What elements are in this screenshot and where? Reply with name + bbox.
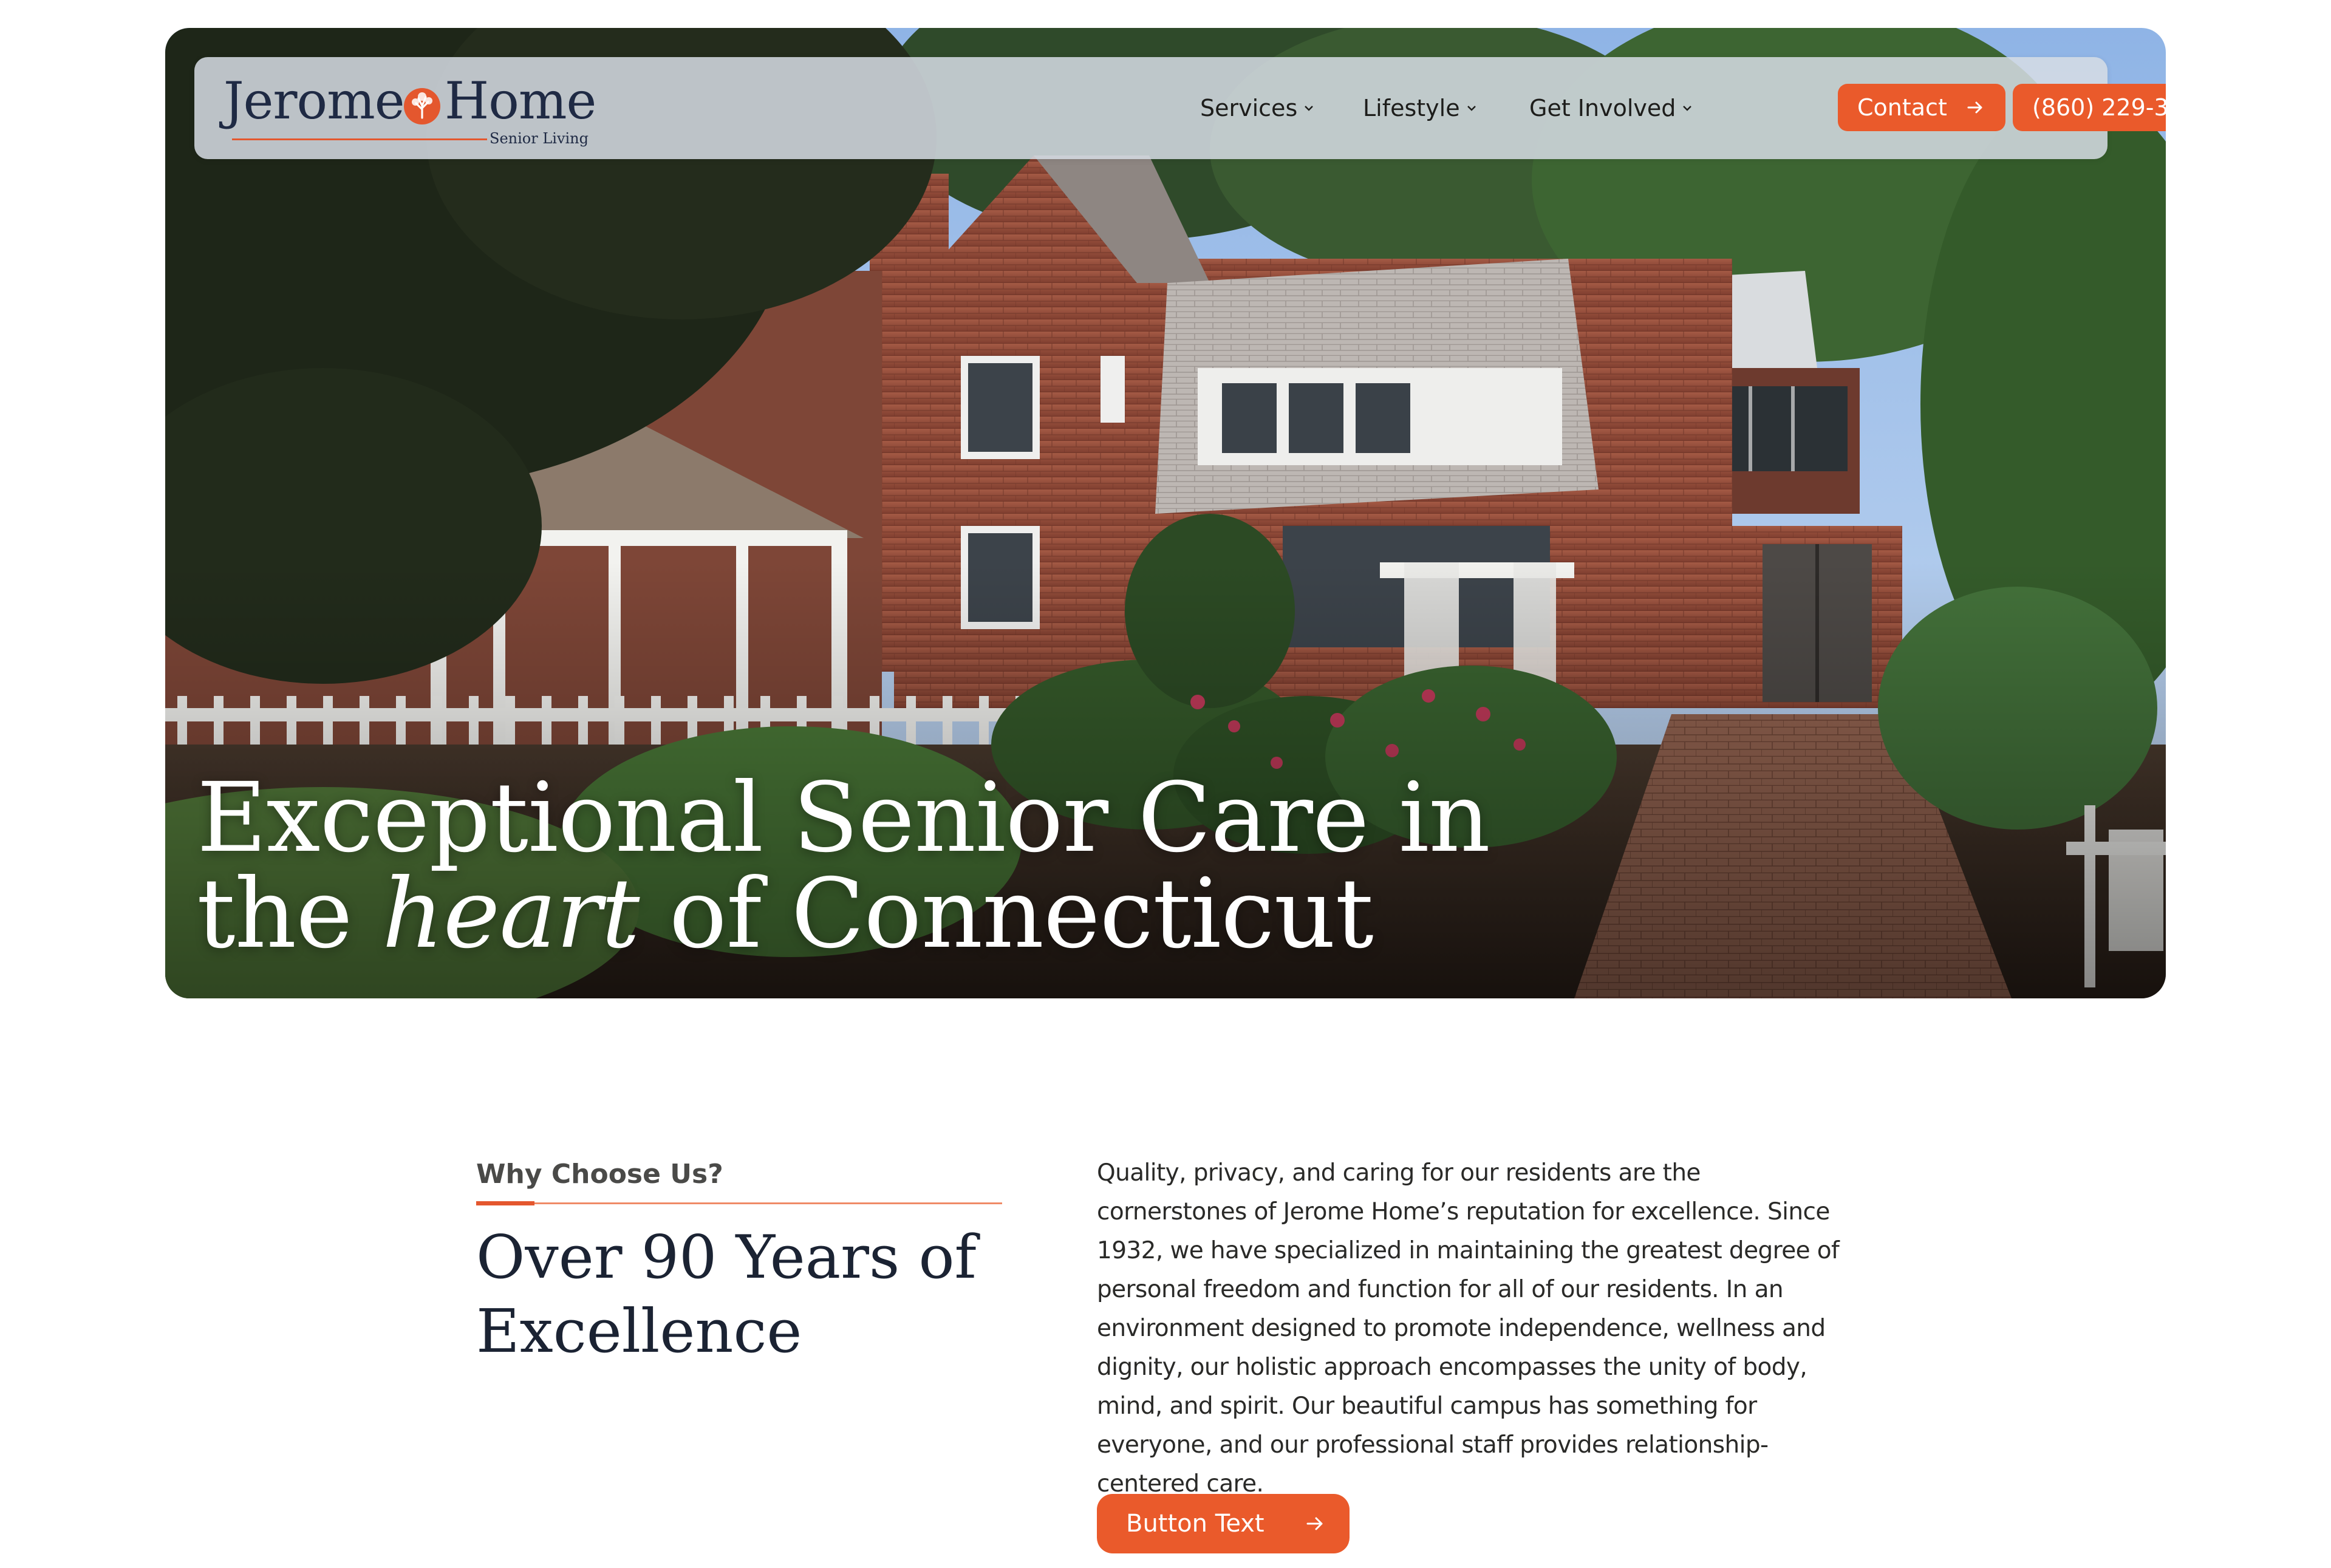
eyebrow-divider <box>476 1202 1002 1204</box>
nav-item-lifestyle[interactable]: Lifestyle <box>1363 95 1477 121</box>
nav-item-label: Get Involved <box>1529 95 1676 121</box>
chevron-down-icon <box>1683 106 1692 111</box>
section-heading: Over 90 Years of Excellence <box>476 1223 977 1366</box>
hero-headline-line1: Exceptional Senior Care in <box>197 762 1490 874</box>
logo-word-jerome: Jerome <box>224 71 404 131</box>
arrow-right-icon <box>1306 1517 1323 1530</box>
logo-underline <box>232 138 487 140</box>
chevron-down-icon <box>1305 106 1314 111</box>
nav-item-lifestyle-wrap: Lifestyle <box>1363 57 1477 159</box>
section-body-text: Quality, privacy, and caring for our res… <box>1097 1159 1840 1498</box>
primary-cta-button[interactable]: Button Text <box>1097 1494 1350 1553</box>
top-navigation: Jerome Home Senior Living Services Lifes… <box>194 57 2166 159</box>
phone-button[interactable]: (860) 229-3707 <box>2013 84 2166 131</box>
arrow-right-icon <box>1967 101 1982 114</box>
logo-tagline: Senior Living <box>490 130 589 147</box>
nav-item-label: Lifestyle <box>1363 95 1460 121</box>
hero-banner: Jerome Home Senior Living Services Lifes… <box>165 28 2166 998</box>
nav-item-services[interactable]: Services <box>1200 95 1314 121</box>
primary-cta-label: Button Text <box>1126 1510 1264 1538</box>
contact-button-label: Contact <box>1857 94 1947 121</box>
hero-headline: Exceptional Senior Care in the heart of … <box>197 770 1776 962</box>
nav-item-get-involved-wrap: Get Involved <box>1529 57 1693 159</box>
nav-item-services-wrap: Services <box>1200 57 1314 159</box>
nav-item-get-involved[interactable]: Get Involved <box>1529 95 1693 121</box>
tree-icon <box>404 88 440 124</box>
contact-button[interactable]: Contact <box>1838 84 2005 131</box>
hero-headline-line2-end: of Connecticut <box>639 858 1374 970</box>
nav-item-label: Services <box>1200 95 1298 121</box>
logo-word-home: Home <box>445 71 596 131</box>
section-eyebrow: Why Choose Us? <box>476 1159 723 1190</box>
phone-button-label: (860) 229-3707 <box>2032 94 2166 121</box>
hero-headline-line2-start: the <box>197 858 382 970</box>
chevron-down-icon <box>1467 106 1476 111</box>
hero-headline-emphasis: heart <box>381 858 640 970</box>
logo[interactable]: Jerome Home Senior Living <box>224 70 600 149</box>
eyebrow-divider-accent <box>476 1201 534 1205</box>
